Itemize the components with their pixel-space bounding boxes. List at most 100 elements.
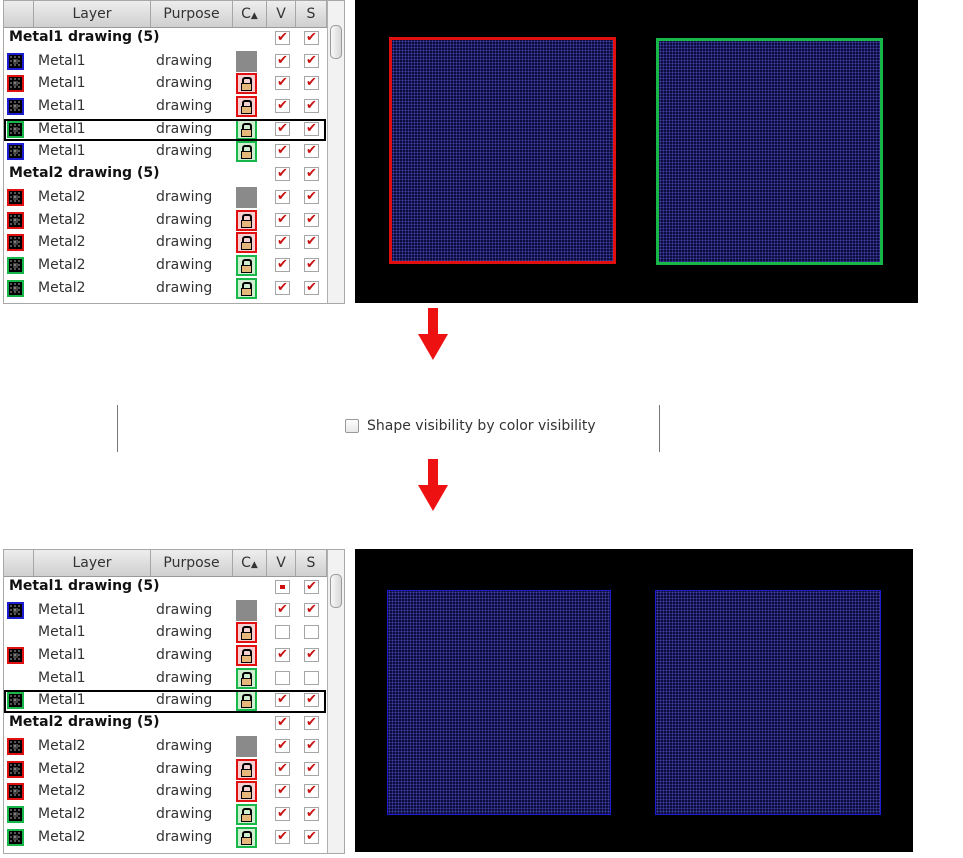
color-chip-icon[interactable] [236,186,257,208]
visible-checkbox[interactable]: ✔ [275,76,290,91]
lock-color-icon[interactable] [236,690,257,712]
layer-row[interactable]: Metal1 drawing ✔ ✔ [4,140,327,163]
visible-checkbox[interactable]: ✔ [275,280,290,295]
layer-group-row[interactable]: Metal1 drawing (5) ✔ [4,576,327,599]
shape-visibility-option[interactable]: Shape visibility by color visibility [345,418,596,434]
header-swatch-column[interactable] [4,550,34,576]
layer-group-row[interactable]: Metal2 drawing (5) ✔ ✔ [4,163,327,186]
lock-color-icon[interactable] [236,118,257,140]
selectable-checkbox[interactable] [304,625,319,640]
layer-row[interactable]: Metal1 drawing [4,667,327,690]
visible-checkbox[interactable] [275,580,290,594]
layer-row[interactable]: Metal1 drawing [4,621,327,644]
layer-row[interactable]: Metal1 drawing ✔ ✔ [4,118,327,142]
selectable-checkbox[interactable]: ✔ [304,212,319,227]
lock-color-icon[interactable] [236,826,257,848]
metal1-shape-left[interactable] [389,37,616,264]
selectable-checkbox[interactable]: ✔ [304,693,319,708]
selectable-checkbox[interactable]: ✔ [304,235,319,250]
lock-color-icon[interactable] [236,622,257,644]
visible-checkbox[interactable]: ✔ [275,257,290,272]
visible-checkbox[interactable]: ✔ [275,648,290,663]
layer-row[interactable]: Metal2 drawing ✔ ✔ [4,803,327,826]
selectable-checkbox[interactable]: ✔ [304,580,319,594]
visible-checkbox[interactable]: ✔ [275,761,290,776]
selectable-checkbox[interactable]: ✔ [304,806,319,821]
vertical-scrollbar[interactable] [327,550,344,853]
layer-row[interactable]: Metal1 drawing ✔ ✔ [4,689,327,713]
selectable-checkbox[interactable]: ✔ [304,99,319,114]
lock-color-icon[interactable] [236,73,257,95]
lock-color-icon[interactable] [236,758,257,780]
selectable-checkbox[interactable]: ✔ [304,121,319,136]
selectable-checkbox[interactable]: ✔ [304,602,319,617]
color-chip-icon[interactable] [236,735,257,757]
lock-color-icon[interactable] [236,232,257,254]
layer-row[interactable]: Metal2 drawing ✔ ✔ [4,186,327,209]
layer-row[interactable]: Metal2 drawing ✔ ✔ [4,231,327,254]
layer-group-row[interactable]: Metal2 drawing (5) ✔ ✔ [4,712,327,735]
header-selectable[interactable]: S [296,1,327,27]
layer-row[interactable]: Metal2 drawing ✔ ✔ [4,780,327,803]
visible-checkbox[interactable]: ✔ [275,806,290,821]
color-chip-icon[interactable] [236,50,257,72]
lock-color-icon[interactable] [236,781,257,803]
selectable-checkbox[interactable]: ✔ [304,257,319,272]
visible-checkbox[interactable]: ✔ [275,693,290,708]
visible-checkbox[interactable]: ✔ [275,99,290,114]
header-color[interactable]: C▲ [233,1,267,27]
header-visible[interactable]: V [267,1,296,27]
lock-color-icon[interactable] [236,96,257,118]
header-color[interactable]: C▲ [233,550,267,576]
layer-row[interactable]: Metal1 drawing ✔ ✔ [4,644,327,667]
visible-checkbox[interactable]: ✔ [275,31,290,45]
header-visible[interactable]: V [267,550,296,576]
visible-checkbox[interactable]: ✔ [275,784,290,799]
selectable-checkbox[interactable] [304,670,319,685]
visible-checkbox[interactable]: ✔ [275,189,290,204]
layer-row[interactable]: Metal1 drawing ✔ ✔ [4,599,327,622]
shape-visibility-checkbox[interactable] [345,419,359,433]
lock-color-icon[interactable] [236,803,257,825]
visible-checkbox[interactable] [275,625,290,640]
header-layer[interactable]: Layer [34,1,151,27]
visible-checkbox[interactable] [275,670,290,685]
lock-color-icon[interactable] [236,667,257,689]
selectable-checkbox[interactable]: ✔ [304,76,319,91]
lock-color-icon[interactable] [236,645,257,667]
selectable-checkbox[interactable]: ✔ [304,31,319,45]
selectable-checkbox[interactable]: ✔ [304,716,319,731]
layer-group-row[interactable]: Metal1 drawing (5) ✔ ✔ [4,27,327,50]
scrollbar-thumb[interactable] [330,574,342,608]
header-selectable[interactable]: S [296,550,327,576]
layer-row[interactable]: Metal2 drawing ✔ ✔ [4,826,327,849]
visible-checkbox[interactable]: ✔ [275,235,290,250]
layer-row[interactable]: Metal1 drawing ✔ ✔ [4,95,327,118]
selectable-checkbox[interactable]: ✔ [304,648,319,663]
layer-row[interactable]: Metal2 drawing ✔ ✔ [4,254,327,277]
selectable-checkbox[interactable]: ✔ [304,761,319,776]
header-swatch-column[interactable] [4,1,34,27]
visible-checkbox[interactable]: ✔ [275,167,290,182]
header-layer[interactable]: Layer [34,550,151,576]
color-chip-icon[interactable] [236,599,257,621]
layout-canvas-after[interactable] [355,549,913,852]
metal1-shape-left[interactable] [387,590,611,815]
selectable-checkbox[interactable]: ✔ [304,189,319,204]
layer-row[interactable]: Metal1 drawing ✔ ✔ [4,50,327,73]
selectable-checkbox[interactable]: ✔ [304,829,319,844]
visible-checkbox[interactable]: ✔ [275,738,290,753]
visible-checkbox[interactable]: ✔ [275,212,290,227]
layer-row[interactable]: Metal1 drawing ✔ ✔ [4,72,327,95]
scrollbar-thumb[interactable] [330,25,342,59]
selectable-checkbox[interactable]: ✔ [304,167,319,182]
layout-canvas-before[interactable] [355,0,918,303]
lock-color-icon[interactable] [236,141,257,163]
layer-row[interactable]: Metal2 drawing ✔ ✔ [4,758,327,781]
visible-checkbox[interactable]: ✔ [275,602,290,617]
lock-color-icon[interactable] [236,254,257,276]
selectable-checkbox[interactable]: ✔ [304,144,319,159]
visible-checkbox[interactable]: ✔ [275,716,290,731]
lock-color-icon[interactable] [236,209,257,231]
visible-checkbox[interactable]: ✔ [275,829,290,844]
